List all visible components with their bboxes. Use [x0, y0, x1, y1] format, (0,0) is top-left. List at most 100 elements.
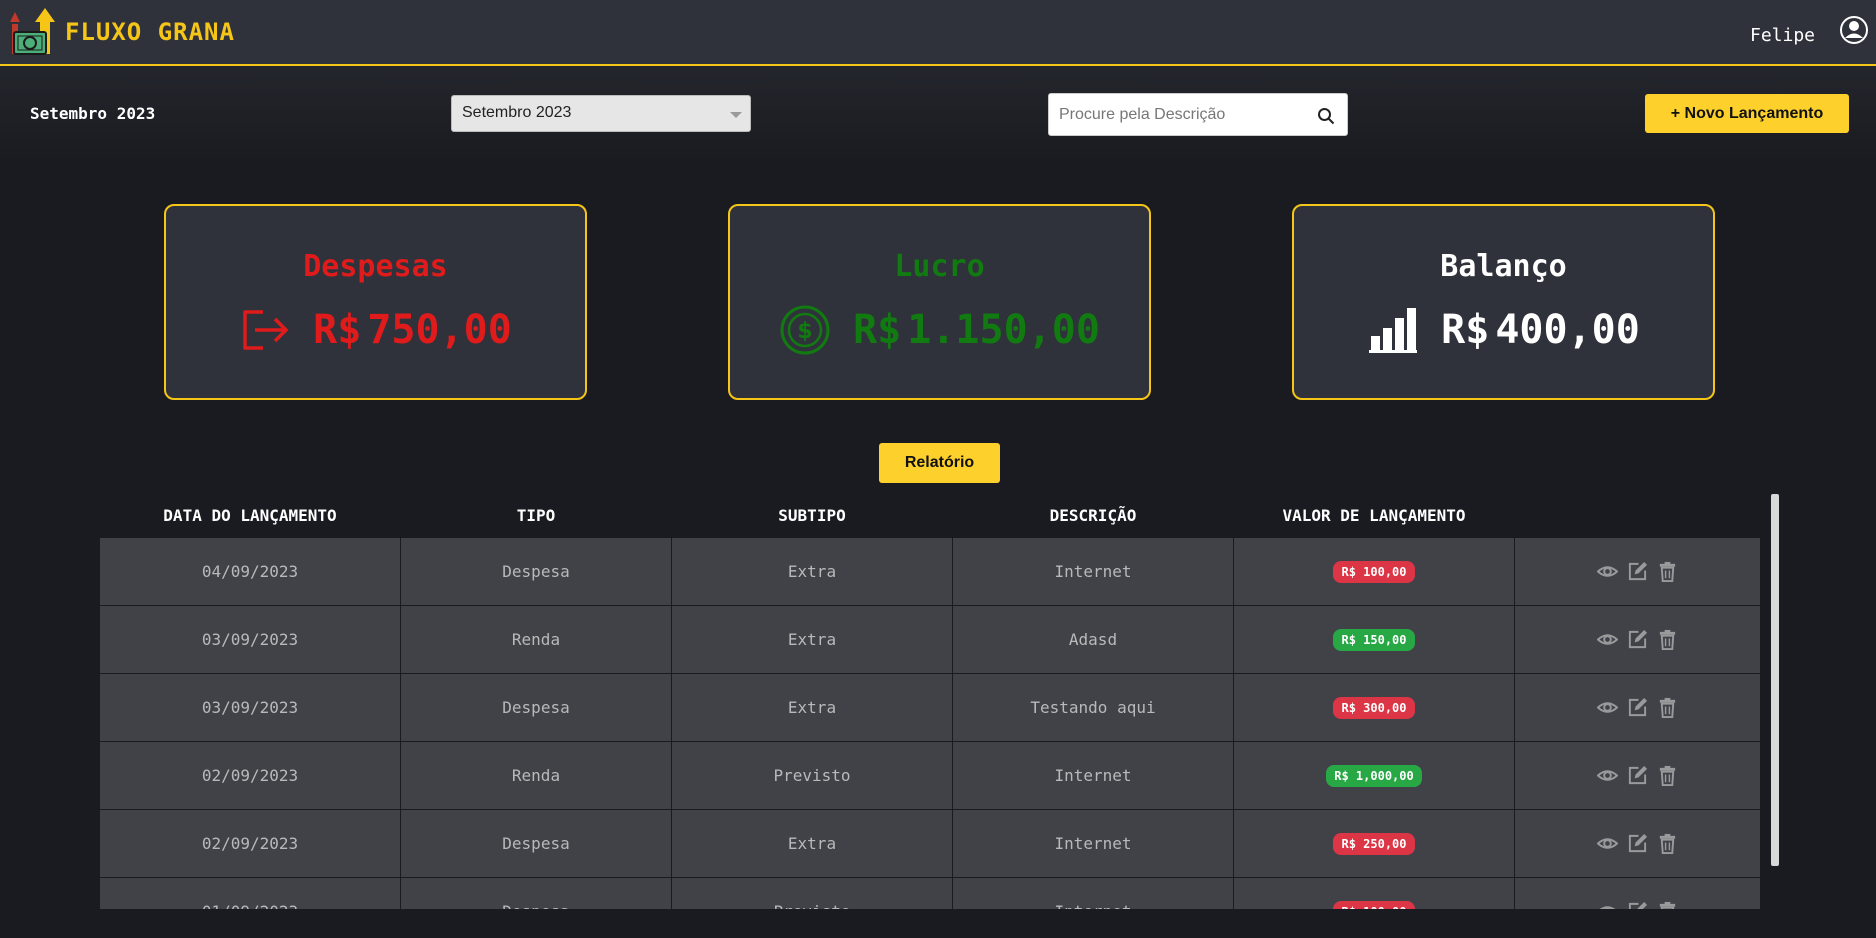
- header-subtype: SUBTIPO: [778, 506, 846, 525]
- header-description: DESCRIÇÃO: [1049, 506, 1137, 525]
- edit-icon[interactable]: [1627, 561, 1648, 582]
- description-text: Internet: [1054, 834, 1132, 853]
- brand-title: FLUXO GRANA: [65, 18, 235, 46]
- expenses-card: Despesas R$ 750,00: [164, 204, 587, 400]
- expenses-currency: R$: [313, 307, 362, 353]
- expenses-row: R$ 750,00: [166, 302, 585, 358]
- cell-value: R$ 100,00: [1234, 538, 1514, 605]
- date-text: 04/09/2023: [201, 562, 299, 581]
- subtype-text: Previsto: [773, 902, 850, 909]
- edit-icon[interactable]: [1627, 765, 1648, 786]
- search-icon[interactable]: [1317, 107, 1335, 125]
- cell-type: Renda: [401, 606, 671, 673]
- header-date: DATA DO LANÇAMENTO: [163, 506, 337, 525]
- eye-icon[interactable]: [1597, 833, 1618, 854]
- trash-icon[interactable]: [1657, 629, 1678, 650]
- cell-type: Despesa: [401, 674, 671, 741]
- table-header: DATA DO LANÇAMENTO TIPO SUBTIPO DESCRIÇÃ…: [100, 494, 1760, 538]
- trash-icon[interactable]: [1657, 901, 1678, 909]
- cell-date: 03/09/2023: [100, 606, 400, 673]
- cell-date: 04/09/2023: [100, 538, 400, 605]
- cell-value: R$ 300,00: [1234, 674, 1514, 741]
- cell-value: R$ 100,00: [1234, 878, 1514, 909]
- subtype-text: Extra: [787, 630, 837, 649]
- date-text: 01/09/2023: [202, 902, 298, 909]
- new-entry-button[interactable]: + Novo Lançamento: [1645, 94, 1849, 133]
- cell-type: Renda: [401, 742, 671, 809]
- cell-subtype: Extra: [672, 810, 952, 877]
- table-row: 01/09/2023 Despesa Previsto Internet R$ …: [100, 878, 1760, 909]
- cell-subtype: Extra: [672, 606, 952, 673]
- trash-icon[interactable]: [1657, 833, 1678, 854]
- date-text: 03/09/2023: [201, 698, 299, 717]
- balance-currency: R$: [1441, 307, 1490, 353]
- month-select[interactable]: Setembro 2023: [451, 95, 751, 132]
- header-value: VALOR DE LANÇAMENTO: [1282, 506, 1466, 525]
- profit-title: Lucro: [894, 249, 985, 284]
- expenses-value: R$ 750,00: [313, 307, 512, 353]
- table-row: 02/09/2023 Renda Previsto Internet R$ 1,…: [100, 742, 1760, 810]
- bar-chart-icon: [1369, 308, 1418, 353]
- table-row: 03/09/2023 Renda Extra Adasd R$ 150,00: [100, 606, 1760, 674]
- cell-actions: [1515, 742, 1760, 809]
- eye-icon[interactable]: [1597, 697, 1618, 718]
- profit-row: $ R$ 1.150,00: [730, 302, 1149, 358]
- expenses-title: Despesas: [303, 249, 448, 284]
- dollar-circle-icon: $: [780, 305, 830, 355]
- value-badge: R$ 1,000,00: [1326, 764, 1422, 787]
- cell-date: 02/09/2023: [100, 742, 400, 809]
- cell-description: Testando aqui: [953, 674, 1233, 741]
- cell-actions: [1515, 810, 1760, 877]
- balance-title: Balanço: [1440, 249, 1567, 284]
- table-row: 03/09/2023 Despesa Extra Testando aqui R…: [100, 674, 1760, 742]
- cell-subtype: Previsto: [672, 878, 952, 909]
- balance-card: Balanço R$ 400,00: [1292, 204, 1715, 400]
- description-text: Testando aqui: [1030, 698, 1156, 717]
- balance-value: R$ 400,00: [1441, 307, 1640, 353]
- table-row: 04/09/2023 Despesa Extra Internet R$ 100…: [100, 538, 1760, 606]
- entries-table: DATA DO LANÇAMENTO TIPO SUBTIPO DESCRIÇÃ…: [100, 494, 1760, 909]
- cell-actions: [1515, 606, 1760, 673]
- table-scrollbar[interactable]: [1771, 494, 1779, 866]
- cell-value: R$ 150,00: [1234, 606, 1514, 673]
- value-badge: R$ 100,00: [1333, 900, 1415, 909]
- edit-icon[interactable]: [1627, 629, 1648, 650]
- cell-date: 02/09/2023: [100, 810, 400, 877]
- edit-icon[interactable]: [1627, 697, 1648, 718]
- type-text: Despesa: [502, 902, 569, 909]
- user-name: Felipe: [1750, 25, 1816, 46]
- cell-description: Internet: [953, 878, 1233, 909]
- type-text: Renda: [511, 630, 561, 649]
- date-text: 03/09/2023: [201, 630, 299, 649]
- cell-date: 03/09/2023: [100, 674, 400, 741]
- report-button[interactable]: Relatório: [879, 443, 1000, 483]
- type-text: Despesa: [502, 698, 570, 717]
- type-text: Despesa: [502, 562, 570, 581]
- user-circle-icon[interactable]: [1840, 16, 1868, 44]
- trash-icon[interactable]: [1657, 765, 1678, 786]
- subtype-text: Extra: [787, 834, 837, 853]
- value-badge: R$ 150,00: [1333, 628, 1415, 651]
- eye-icon[interactable]: [1597, 561, 1618, 582]
- trash-icon[interactable]: [1657, 697, 1678, 718]
- trash-icon[interactable]: [1657, 561, 1678, 582]
- edit-icon[interactable]: [1627, 901, 1648, 909]
- cell-value: R$ 250,00: [1234, 810, 1514, 877]
- profit-currency: R$: [853, 307, 902, 353]
- value-badge: R$ 300,00: [1333, 696, 1415, 719]
- eye-icon[interactable]: [1597, 629, 1618, 650]
- search-input[interactable]: [1049, 94, 1299, 135]
- logo-icon: [10, 8, 55, 55]
- balance-row: R$ 400,00: [1294, 302, 1713, 358]
- description-text: Internet: [1054, 766, 1132, 785]
- cell-description: Internet: [953, 742, 1233, 809]
- sign-out-icon: [243, 310, 289, 350]
- cell-actions: [1515, 538, 1760, 605]
- eye-icon[interactable]: [1597, 901, 1618, 909]
- eye-icon[interactable]: [1597, 765, 1618, 786]
- cell-subtype: Extra: [672, 538, 952, 605]
- edit-icon[interactable]: [1627, 833, 1648, 854]
- cell-type: Despesa: [401, 878, 671, 909]
- cell-description: Adasd: [953, 606, 1233, 673]
- search-box: [1048, 93, 1348, 136]
